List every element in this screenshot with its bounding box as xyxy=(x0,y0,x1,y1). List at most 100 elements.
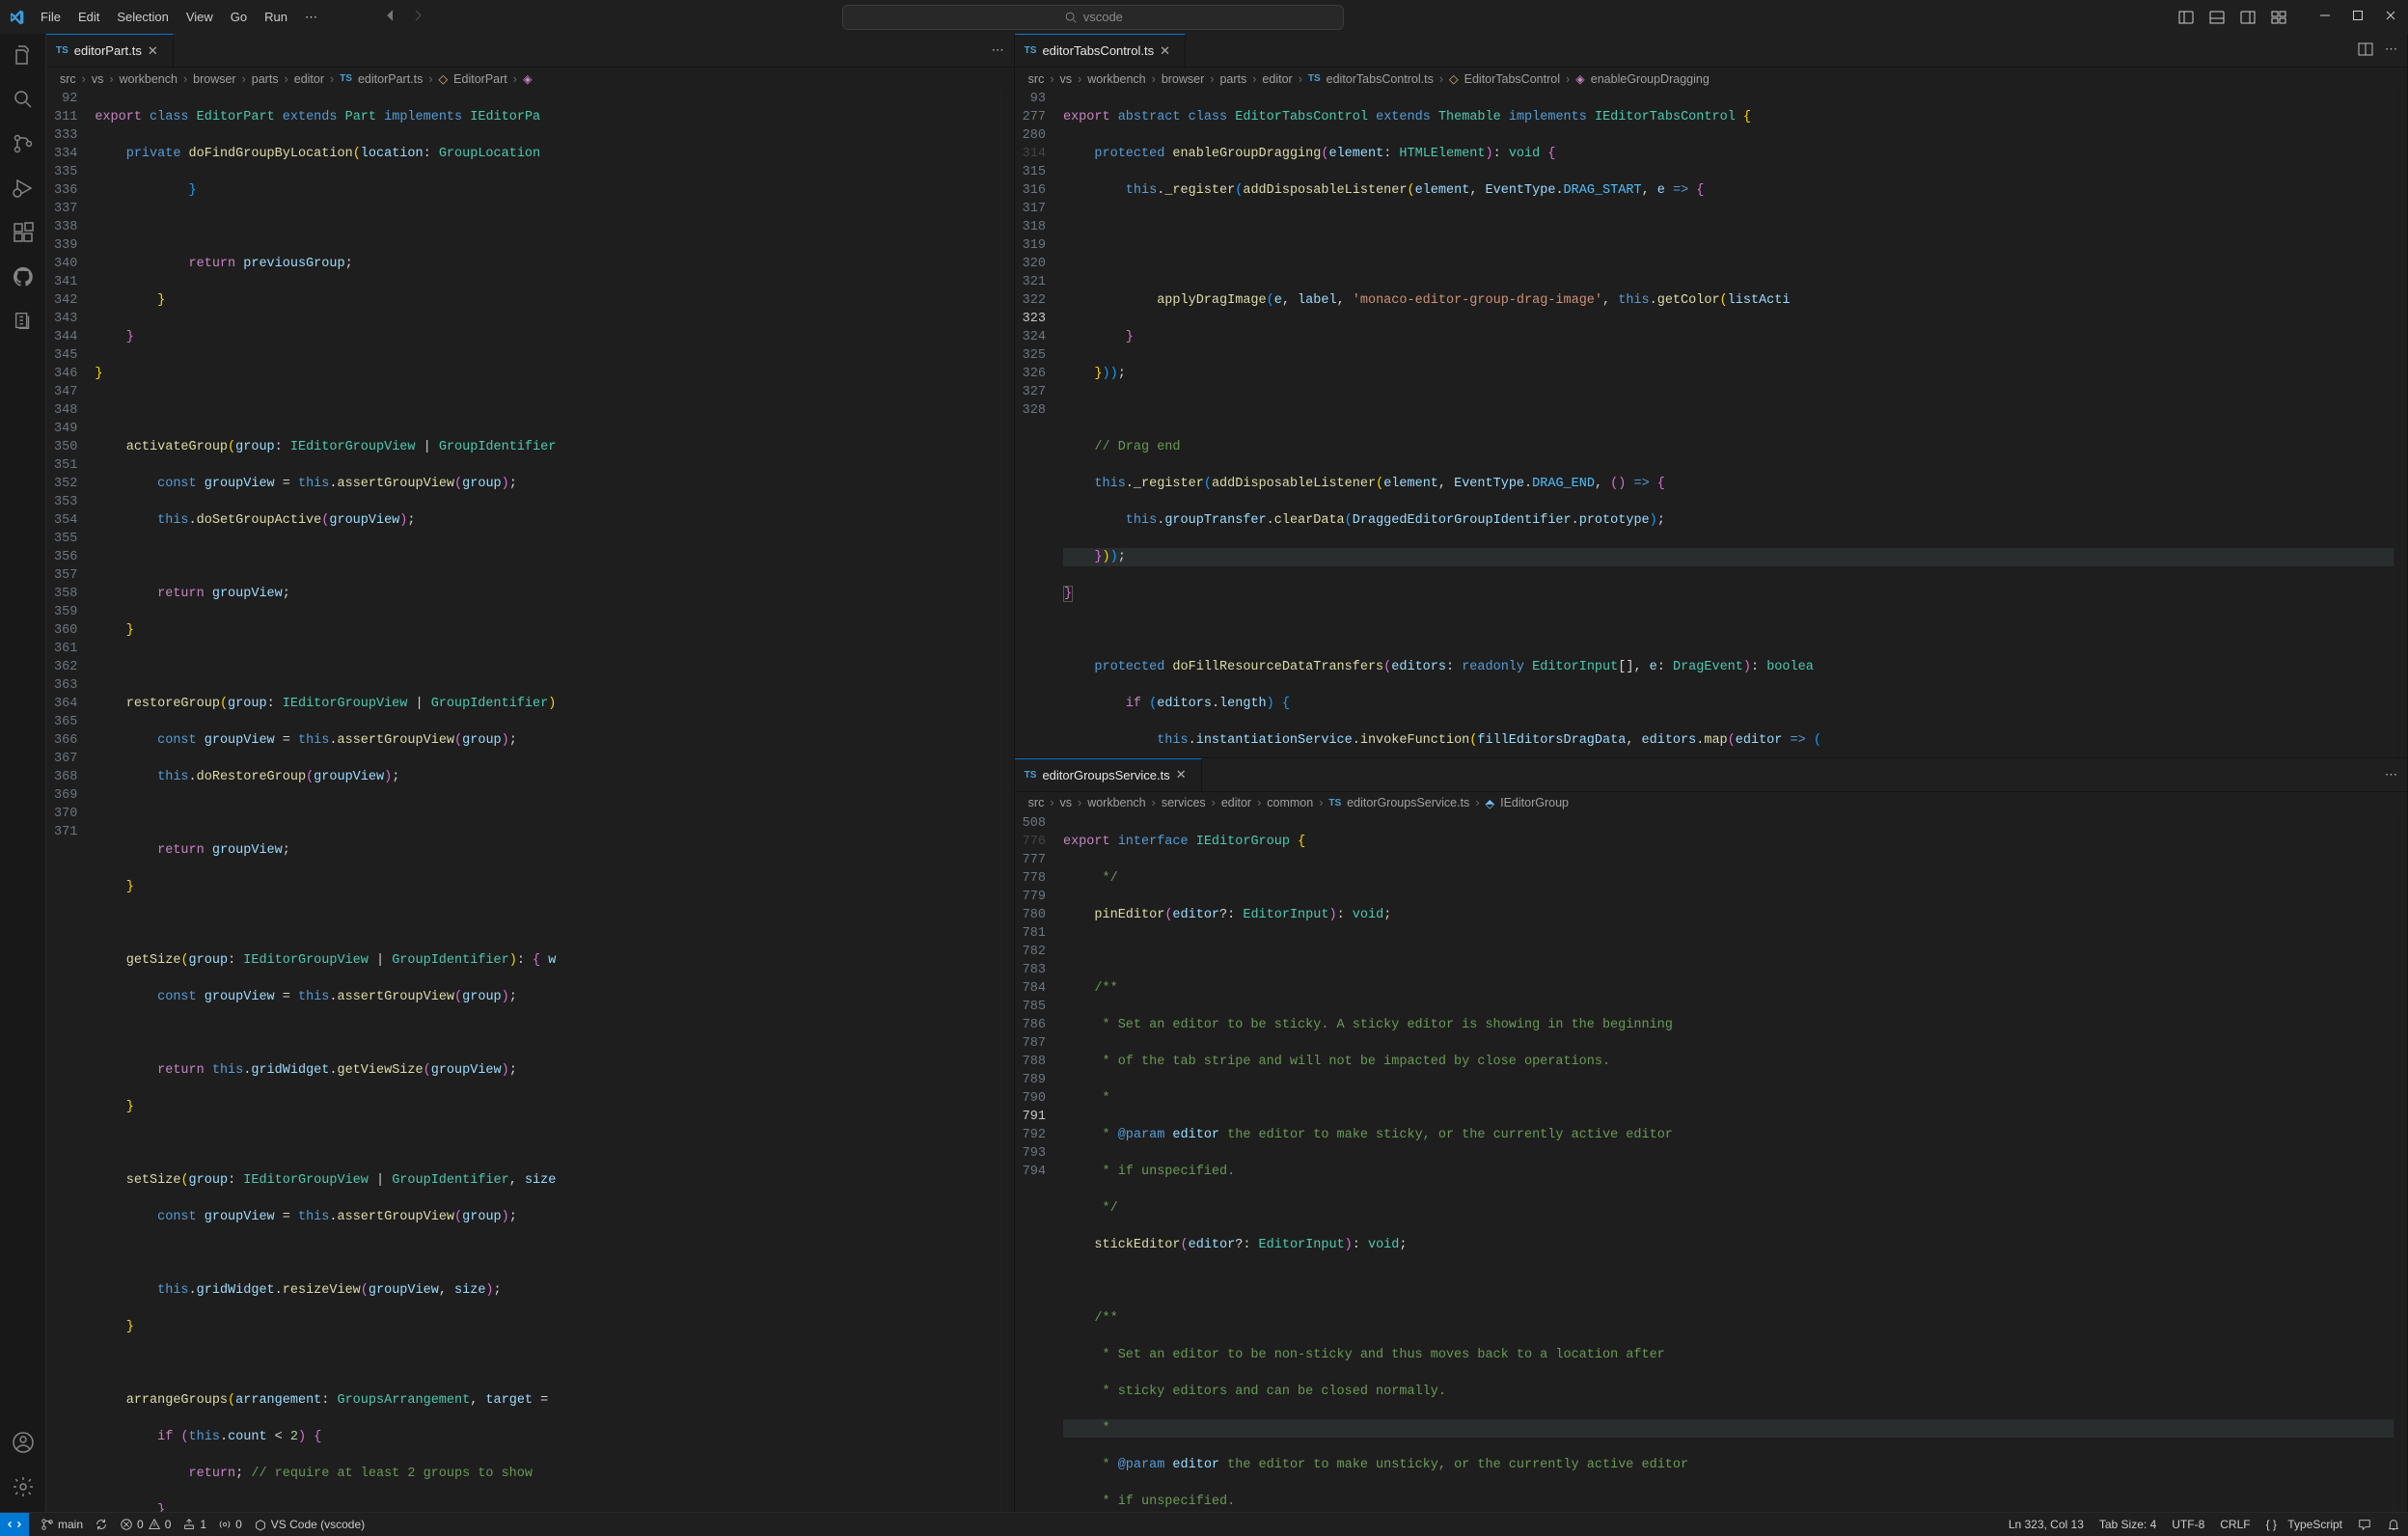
ports[interactable]: 1 xyxy=(182,1518,206,1531)
encoding[interactable]: UTF-8 xyxy=(2172,1518,2204,1531)
menu-file[interactable]: File xyxy=(33,6,68,29)
bc-seg[interactable]: editorPart.ts xyxy=(358,72,423,86)
command-center[interactable]: vscode xyxy=(842,5,1344,30)
tab-editortabscontrol[interactable]: TS editorTabsControl.ts ✕ xyxy=(1015,34,1186,67)
more-icon[interactable]: ⋯ xyxy=(992,42,1004,58)
bc-seg[interactable]: editorTabsControl.ts xyxy=(1327,72,1434,86)
more-icon[interactable]: ⋯ xyxy=(2385,41,2397,60)
bc-seg[interactable]: vs xyxy=(1060,796,1073,809)
gutter: 92 311 333334335336337338339340341342343… xyxy=(46,90,95,1512)
bc-seg[interactable]: EditorTabsControl xyxy=(1464,72,1560,86)
more-icon[interactable]: ⋯ xyxy=(2385,767,2397,782)
search-sidebar-icon[interactable] xyxy=(12,88,35,111)
method-symbol-icon: ◈ xyxy=(1575,71,1585,86)
menu-more[interactable]: ⋯ xyxy=(297,6,325,29)
menu-edit[interactable]: Edit xyxy=(70,6,107,29)
layout-custom-icon[interactable] xyxy=(2271,10,2286,25)
settings-gear-icon[interactable] xyxy=(12,1475,35,1498)
code-content[interactable]: export abstract class EditorTabsControl … xyxy=(1063,90,2394,757)
notifications-icon[interactable] xyxy=(2387,1518,2400,1531)
menu-view[interactable]: View xyxy=(178,6,221,29)
github-icon[interactable] xyxy=(12,265,35,288)
source-control-icon[interactable] xyxy=(12,132,35,155)
main: TS editorPart.ts ✕ ⋯ src› vs› workbench›… xyxy=(0,34,2408,1512)
menu-run[interactable]: Run xyxy=(257,6,295,29)
minimize-icon[interactable] xyxy=(2319,10,2331,24)
minimap[interactable] xyxy=(1000,90,1014,1512)
minimap[interactable] xyxy=(2394,90,2407,757)
layout-right-icon[interactable] xyxy=(2240,10,2256,25)
activity-bar xyxy=(0,34,46,1512)
project-label: VS Code (vscode) xyxy=(271,1518,365,1531)
bc-seg[interactable]: workbench xyxy=(1087,72,1145,86)
close-tab-icon[interactable]: ✕ xyxy=(1176,767,1191,782)
language-mode[interactable]: { } TypeScript xyxy=(2266,1518,2342,1531)
tab-editorgroupservice[interactable]: TS editorGroupsService.ts ✕ xyxy=(1015,758,1202,791)
bc-seg[interactable]: vs xyxy=(92,72,104,86)
bc-seg[interactable]: workbench xyxy=(1087,796,1145,809)
code-content[interactable]: export interface IEditorGroup { */ pinEd… xyxy=(1063,814,2394,1512)
tab-editorpart[interactable]: TS editorPart.ts ✕ xyxy=(46,34,174,67)
explorer-icon[interactable] xyxy=(12,43,35,67)
feedback-icon[interactable] xyxy=(2358,1518,2371,1531)
split-editor-icon[interactable] xyxy=(2358,41,2373,60)
code-editor-right-top[interactable]: 93 277 280 314 3153163173183193203213223… xyxy=(1015,90,2407,757)
radio[interactable]: 0 xyxy=(218,1518,242,1531)
bc-seg[interactable]: src xyxy=(1028,72,1045,86)
bc-seg[interactable]: vs xyxy=(1060,72,1073,86)
accounts-icon[interactable] xyxy=(12,1431,35,1454)
tabbar-right-bottom: TS editorGroupsService.ts ✕ ⋯ xyxy=(1015,758,2407,792)
breadcrumbs-left[interactable]: src› vs› workbench› browser› parts› edit… xyxy=(46,68,1014,90)
menu-selection[interactable]: Selection xyxy=(109,6,176,29)
window-controls xyxy=(2319,10,2396,24)
breadcrumbs-right-bottom[interactable]: src› vs› workbench› services› editor› co… xyxy=(1015,792,2407,814)
code-editor-right-bottom[interactable]: 508 776 77777877978078178278378478578678… xyxy=(1015,814,2407,1512)
bc-seg[interactable]: browser xyxy=(1162,72,1204,86)
close-icon[interactable] xyxy=(2385,10,2396,24)
sync-icon[interactable] xyxy=(95,1518,108,1531)
bc-seg[interactable]: services xyxy=(1162,796,1206,809)
code-content[interactable]: export class EditorPart extends Part imp… xyxy=(95,90,999,1512)
layout-bottom-icon[interactable] xyxy=(2209,10,2225,25)
minimap[interactable] xyxy=(2394,814,2407,1512)
extensions-icon[interactable] xyxy=(12,221,35,244)
gutter: 93 277 280 314 3153163173183193203213223… xyxy=(1015,90,1063,757)
close-tab-icon[interactable]: ✕ xyxy=(148,43,163,59)
bc-seg[interactable]: editorGroupsService.ts xyxy=(1347,796,1469,809)
project-name[interactable]: VS Code (vscode) xyxy=(254,1518,365,1531)
scm-branch[interactable]: main xyxy=(41,1518,83,1531)
bc-seg[interactable]: common xyxy=(1267,796,1313,809)
bc-seg[interactable]: IEditorGroup xyxy=(1500,796,1569,809)
close-tab-icon[interactable]: ✕ xyxy=(1160,43,1175,59)
problems[interactable]: 0 0 xyxy=(120,1518,171,1531)
references-icon[interactable] xyxy=(12,310,35,333)
layout-left-icon[interactable] xyxy=(2178,10,2194,25)
nav-back-forward xyxy=(383,8,425,26)
tab-size[interactable]: Tab Size: 4 xyxy=(2099,1518,2156,1531)
nav-back-icon[interactable] xyxy=(383,8,398,26)
bc-seg[interactable]: editor xyxy=(294,72,324,86)
bc-seg[interactable]: enableGroupDragging xyxy=(1591,72,1710,86)
eol[interactable]: CRLF xyxy=(2220,1518,2250,1531)
nav-forward-icon[interactable] xyxy=(410,8,425,26)
class-symbol-icon: ◇ xyxy=(1449,71,1459,86)
bc-seg[interactable]: parts xyxy=(252,72,279,86)
code-editor-left[interactable]: 92 311 333334335336337338339340341342343… xyxy=(46,90,1014,1512)
bc-seg[interactable]: EditorPart xyxy=(453,72,507,86)
cursor-position[interactable]: Ln 323, Col 13 xyxy=(2009,1518,2084,1531)
maximize-icon[interactable] xyxy=(2352,10,2364,24)
bc-seg[interactable]: browser xyxy=(193,72,235,86)
run-debug-icon[interactable] xyxy=(12,177,35,200)
bc-seg[interactable]: editor xyxy=(1221,796,1251,809)
bc-seg[interactable]: src xyxy=(60,72,76,86)
radio-count: 0 xyxy=(235,1518,242,1531)
bc-seg[interactable]: src xyxy=(1028,796,1045,809)
breadcrumbs-right-top[interactable]: src› vs› workbench› browser› parts› edit… xyxy=(1015,68,2407,90)
bc-seg[interactable]: parts xyxy=(1219,72,1246,86)
editor-group-left: TS editorPart.ts ✕ ⋯ src› vs› workbench›… xyxy=(46,34,1015,1512)
bc-seg[interactable]: workbench xyxy=(120,72,178,86)
bc-seg[interactable]: editor xyxy=(1262,72,1292,86)
menu-go[interactable]: Go xyxy=(223,6,255,29)
remote-indicator[interactable] xyxy=(0,1513,29,1536)
error-icon xyxy=(120,1518,133,1531)
